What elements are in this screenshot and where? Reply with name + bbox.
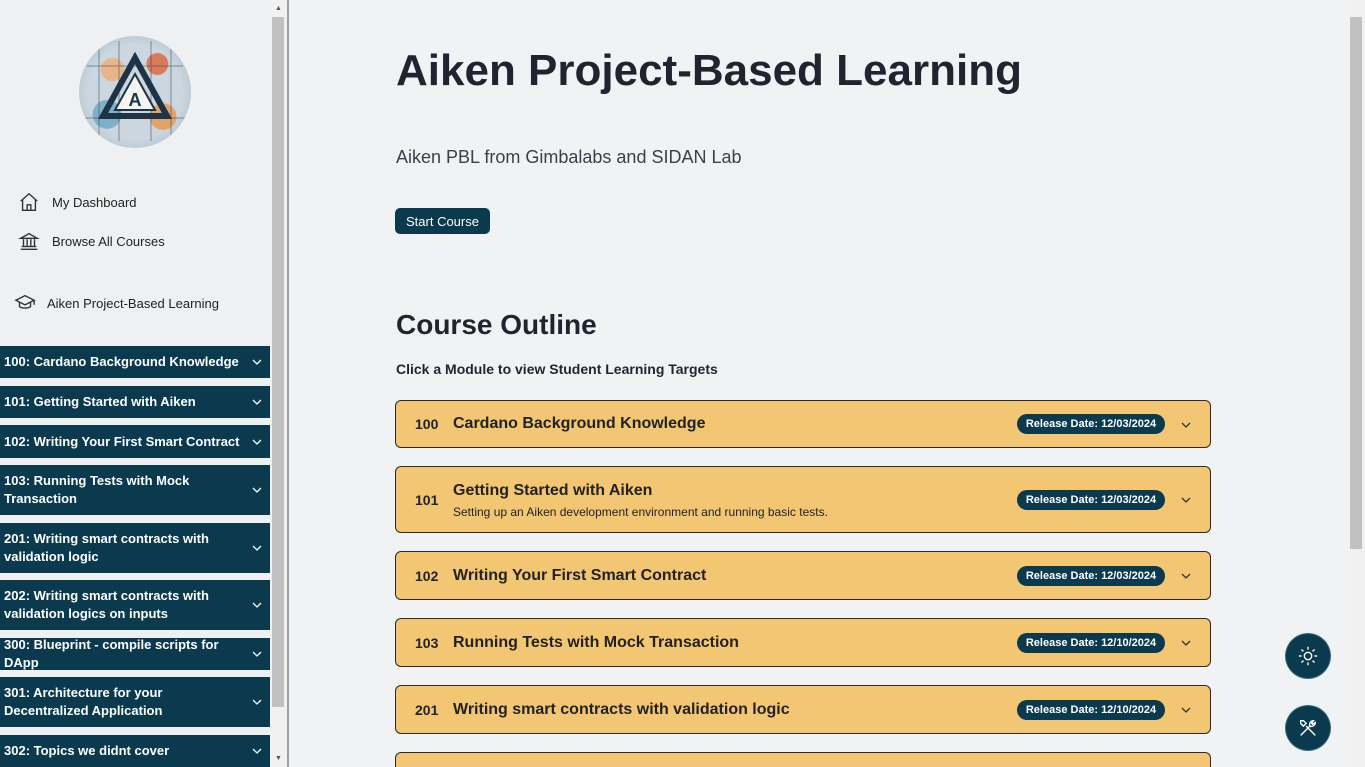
chevron-down-icon bbox=[1181, 573, 1191, 579]
module-label: 302: Topics we didnt cover bbox=[4, 743, 170, 758]
nav-label: My Dashboard bbox=[52, 194, 137, 210]
chevron-down-icon bbox=[252, 651, 262, 657]
module-label: 201: Writing smart contracts with valida… bbox=[4, 531, 209, 564]
main-scroll-thumb[interactable] bbox=[1350, 17, 1362, 549]
chevron-down-icon bbox=[252, 602, 262, 608]
module-card-partial[interactable] bbox=[395, 752, 1211, 767]
sidebar-module-102[interactable]: 102: Writing Your First Smart Contract bbox=[0, 425, 270, 458]
sidebar: A My Dashboard Browse All Courses Aiken … bbox=[0, 0, 270, 767]
chevron-down-icon bbox=[252, 748, 262, 754]
release-date-badge: Release Date: 12/03/2024 bbox=[1017, 414, 1165, 434]
outline-subheading: Click a Module to view Student Learning … bbox=[396, 361, 718, 377]
sidebar-module-301[interactable]: 301: Architecture for your Decentralized… bbox=[0, 677, 270, 727]
module-title: Writing smart contracts with validation … bbox=[453, 701, 790, 718]
module-number: 101 bbox=[415, 492, 439, 508]
chevron-down-icon bbox=[252, 699, 262, 705]
sidebar-module-302[interactable]: 302: Topics we didnt cover bbox=[0, 735, 270, 767]
main-scrollbar[interactable] bbox=[1348, 0, 1365, 767]
chevron-down-icon bbox=[252, 439, 262, 445]
scroll-down-arrow[interactable]: ▼ bbox=[270, 750, 287, 767]
nav-browse-courses[interactable]: Browse All Courses bbox=[18, 230, 165, 252]
module-label: 300: Blueprint - compile scripts for DAp… bbox=[4, 637, 219, 670]
nav-my-dashboard[interactable]: My Dashboard bbox=[18, 191, 137, 213]
chevron-down-icon bbox=[252, 487, 262, 493]
sidebar-scroll-thumb[interactable] bbox=[272, 17, 284, 707]
current-course-link[interactable]: Aiken Project-Based Learning bbox=[14, 292, 219, 314]
svg-text:A: A bbox=[129, 90, 142, 110]
sidebar-module-300[interactable]: 300: Blueprint - compile scripts for DAp… bbox=[0, 637, 270, 670]
sidebar-module-103[interactable]: 103: Running Tests with Mock Transaction bbox=[0, 465, 270, 515]
sidebar-module-201[interactable]: 201: Writing smart contracts with valida… bbox=[0, 523, 270, 573]
bank-icon bbox=[18, 232, 40, 250]
release-date-badge: Release Date: 12/03/2024 bbox=[1017, 490, 1165, 510]
module-label: 202: Writing smart contracts with valida… bbox=[4, 588, 209, 621]
module-label: 100: Cardano Background Knowledge bbox=[4, 354, 239, 369]
module-label: 301: Architecture for your Decentralized… bbox=[4, 685, 163, 718]
sidebar-module-101[interactable]: 101: Getting Started with Aiken bbox=[0, 386, 270, 418]
scroll-up-arrow[interactable]: ▲ bbox=[270, 0, 287, 17]
start-course-button[interactable]: Start Course bbox=[395, 208, 490, 234]
sidebar-module-202[interactable]: 202: Writing smart contracts with valida… bbox=[0, 580, 270, 630]
module-number: 102 bbox=[415, 568, 439, 584]
chevron-down-icon bbox=[252, 359, 262, 365]
chevron-down-icon bbox=[252, 545, 262, 551]
theme-toggle-button[interactable] bbox=[1286, 634, 1330, 678]
module-number: 201 bbox=[415, 702, 439, 718]
course-link-label: Aiken Project-Based Learning bbox=[47, 295, 219, 311]
module-card-102[interactable]: 102 Writing Your First Smart Contract Re… bbox=[395, 551, 1211, 600]
module-card-101[interactable]: 101 Getting Started with Aiken Setting u… bbox=[395, 466, 1211, 533]
chevron-down-icon bbox=[252, 399, 262, 405]
module-description: Setting up an Aiken development environm… bbox=[453, 505, 828, 519]
release-date-badge: Release Date: 12/10/2024 bbox=[1017, 633, 1165, 653]
tools-button[interactable] bbox=[1286, 706, 1330, 750]
page-title: Aiken Project-Based Learning bbox=[396, 46, 1022, 95]
module-title: Cardano Background Knowledge bbox=[453, 415, 706, 432]
page-subtitle: Aiken PBL from Gimbalabs and SIDAN Lab bbox=[396, 147, 742, 167]
release-date-badge: Release Date: 12/03/2024 bbox=[1017, 566, 1165, 586]
tools-icon bbox=[1299, 719, 1317, 736]
sidebar-module-100[interactable]: 100: Cardano Background Knowledge bbox=[0, 346, 270, 378]
module-title: Running Tests with Mock Transaction bbox=[453, 634, 739, 651]
module-card-100[interactable]: 100 Cardano Background Knowledge Release… bbox=[395, 400, 1211, 448]
chevron-down-icon bbox=[1181, 707, 1191, 713]
module-card-103[interactable]: 103 Running Tests with Mock Transaction … bbox=[395, 618, 1211, 667]
sidebar-scrollbar[interactable]: ▲ ▼ bbox=[270, 0, 287, 767]
home-icon bbox=[20, 192, 38, 211]
sun-icon bbox=[1298, 646, 1318, 666]
module-number: 103 bbox=[415, 635, 439, 651]
graduation-cap-icon bbox=[14, 294, 36, 309]
module-card-201[interactable]: 201 Writing smart contracts with validat… bbox=[395, 685, 1211, 734]
outline-heading: Course Outline bbox=[396, 309, 597, 340]
release-date-badge: Release Date: 12/10/2024 bbox=[1017, 700, 1165, 720]
sidebar-divider bbox=[287, 0, 289, 767]
nav-label: Browse All Courses bbox=[52, 233, 165, 249]
module-number: 100 bbox=[415, 416, 439, 432]
chevron-down-icon bbox=[1181, 497, 1191, 503]
chevron-down-icon bbox=[1181, 422, 1191, 428]
module-title: Writing Your First Smart Contract bbox=[453, 567, 707, 584]
module-label: 101: Getting Started with Aiken bbox=[4, 394, 196, 409]
course-logo: A bbox=[79, 36, 191, 148]
module-title: Getting Started with Aiken bbox=[453, 482, 653, 499]
chevron-down-icon bbox=[1181, 640, 1191, 646]
module-label: 102: Writing Your First Smart Contract bbox=[4, 433, 240, 449]
module-label: 103: Running Tests with Mock Transaction bbox=[4, 473, 190, 506]
